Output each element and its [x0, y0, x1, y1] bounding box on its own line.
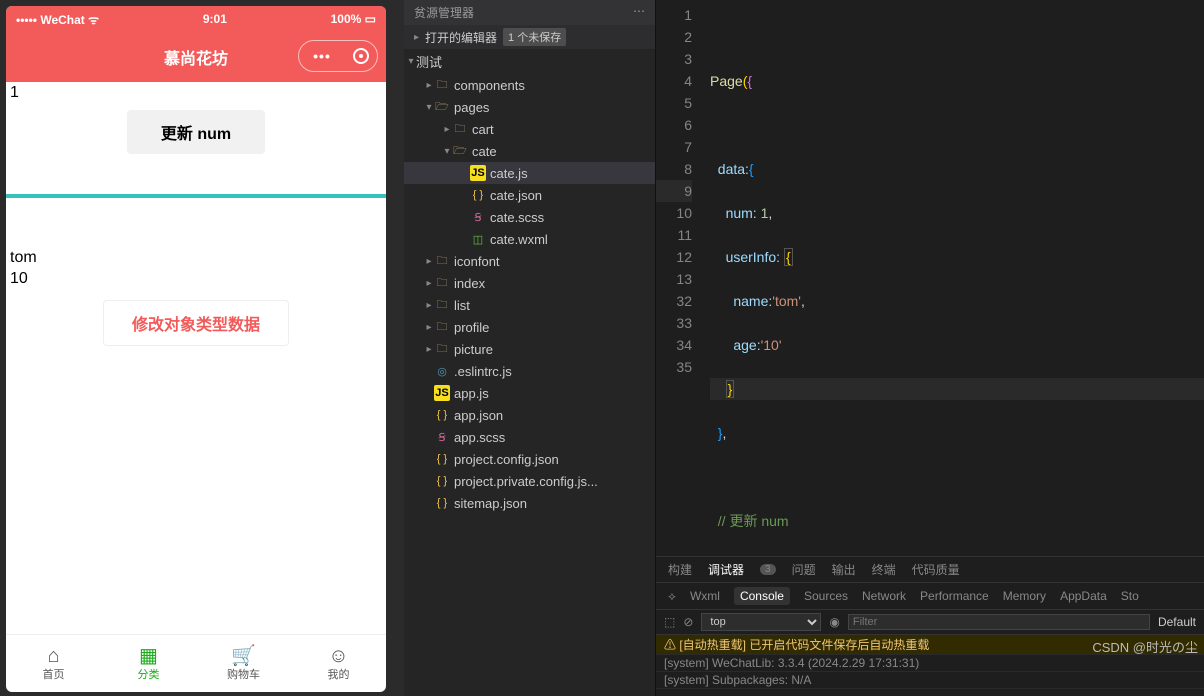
panel-tabs: 构建 调试器 3 问题 输出 终端 代码质量: [656, 557, 1204, 583]
file-app-scss[interactable]: Ꞩapp.scss: [404, 426, 655, 448]
folder-iconfont[interactable]: ▸🗀iconfont: [404, 250, 655, 272]
tab-console[interactable]: Console: [734, 587, 790, 605]
file-app-js[interactable]: JSapp.js: [404, 382, 655, 404]
num-display: 1: [6, 82, 386, 104]
nav-bar: 慕尚花坊: [6, 32, 386, 82]
phone-body: 1 更新 num tom 10 修改对象类型数据: [6, 82, 386, 634]
tab-cart[interactable]: 🛒购物车: [196, 635, 291, 692]
tab-me[interactable]: ☺我的: [291, 635, 386, 692]
console-output[interactable]: [自动热重载] 已开启代码文件保存后自动热重载 [system] WeChatL…: [656, 635, 1204, 696]
update-num-button[interactable]: 更新 num: [127, 110, 265, 154]
user-age: 10: [6, 269, 386, 290]
file-app-json[interactable]: { }app.json: [404, 404, 655, 426]
tab-terminal[interactable]: 终端: [872, 561, 896, 578]
eye-icon[interactable]: ◉: [829, 615, 839, 629]
more-icon[interactable]: ⋯: [633, 4, 645, 21]
clear-icon[interactable]: ⊘: [683, 615, 693, 629]
code-editor[interactable]: 1 2 3 4 5 6 7 8 9 10 11 12 13 32 33 34 3…: [656, 0, 1204, 556]
folder-picture[interactable]: ▸🗀picture: [404, 338, 655, 360]
tab-quality[interactable]: 代码质量: [912, 561, 960, 578]
tab-performance[interactable]: Performance: [920, 589, 989, 603]
folder-index[interactable]: ▸🗀index: [404, 272, 655, 294]
console-tabs: ⟡ Wxml Console Sources Network Performan…: [656, 583, 1204, 610]
tab-build[interactable]: 构建: [668, 561, 692, 578]
debug-badge: 3: [760, 564, 776, 575]
bottom-panel: 构建 调试器 3 问题 输出 终端 代码质量 ⟡ Wxml Console So…: [656, 556, 1204, 696]
folder-components[interactable]: ▸🗀components: [404, 74, 655, 96]
category-icon: ▦: [139, 646, 158, 666]
folder-cart[interactable]: ▸🗀cart: [404, 118, 655, 140]
folder-pages[interactable]: ▾🗁pages: [404, 96, 655, 118]
log-row: [system] Subpackages: N/A: [656, 672, 1204, 689]
page-title: 慕尚花坊: [164, 45, 228, 69]
folder-list[interactable]: ▸🗀list: [404, 294, 655, 316]
clock: 9:01: [203, 12, 227, 26]
file-project-config[interactable]: { }project.config.json: [404, 448, 655, 470]
status-bar: ••••• WeChat ᯤ 9:01 100% ▭: [6, 6, 386, 32]
inspect-icon[interactable]: ⬚: [664, 615, 675, 629]
filter-input[interactable]: [848, 614, 1150, 630]
cart-icon: 🛒: [231, 646, 256, 666]
tab-sources[interactable]: Sources: [804, 589, 848, 603]
open-editors[interactable]: ▸打开的编辑器1 个未保存: [404, 25, 655, 49]
file-cate-wxml[interactable]: ◫cate.wxml: [404, 228, 655, 250]
context-select[interactable]: top: [701, 613, 821, 631]
tab-storage[interactable]: Sto: [1121, 589, 1139, 603]
update-obj-button[interactable]: 修改对象类型数据: [103, 300, 289, 346]
divider: [6, 194, 386, 198]
home-icon: ⌂: [47, 646, 59, 666]
tab-category[interactable]: ▦分类: [101, 635, 196, 692]
menu-icon[interactable]: [307, 48, 337, 64]
console-toolbar: ⬚ ⊘ top ◉ Default: [656, 610, 1204, 635]
log-row: [system] WeChatLib: 3.3.4 (2024.2.29 17:…: [656, 655, 1204, 672]
tab-memory[interactable]: Memory: [1003, 589, 1046, 603]
explorer-title: 贫源管理器⋯: [404, 0, 655, 25]
code-body[interactable]: Page({ data:{ num: 1, userInfo: { name:'…: [702, 0, 1204, 556]
simulator-pane: ••••• WeChat ᯤ 9:01 100% ▭ 慕尚花坊 1 更新 num…: [0, 0, 404, 696]
file-eslint[interactable]: ◎.eslintrc.js: [404, 360, 655, 382]
tabbar: ⌂首页 ▦分类 🛒购物车 ☺我的: [6, 634, 386, 692]
tab-appdata[interactable]: AppData: [1060, 589, 1107, 603]
file-project-private[interactable]: { }project.private.config.js...: [404, 470, 655, 492]
tab-debugger[interactable]: 调试器: [708, 561, 744, 578]
battery: 100% ▭: [331, 12, 376, 26]
tab-wxml[interactable]: Wxml: [690, 589, 720, 603]
file-cate-js[interactable]: JScate.js: [404, 162, 655, 184]
level-select[interactable]: Default: [1158, 615, 1196, 629]
user-name: tom: [6, 248, 386, 269]
file-sitemap[interactable]: { }sitemap.json: [404, 492, 655, 514]
me-icon: ☺: [328, 646, 348, 666]
root-folder[interactable]: ▾测试: [404, 49, 655, 74]
file-cate-scss[interactable]: Ꞩcate.scss: [404, 206, 655, 228]
file-explorer: 贫源管理器⋯ ▸打开的编辑器1 个未保存 ▾测试 ▸🗀components ▾🗁…: [404, 0, 656, 696]
editor-column: 1 2 3 4 5 6 7 8 9 10 11 12 13 32 33 34 3…: [656, 0, 1204, 696]
tab-output[interactable]: 输出: [832, 561, 856, 578]
folder-cate[interactable]: ▾🗁cate: [404, 140, 655, 162]
carrier: ••••• WeChat ᯤ: [16, 11, 99, 28]
capsule[interactable]: [298, 40, 378, 72]
file-cate-json[interactable]: { }cate.json: [404, 184, 655, 206]
gutter: 1 2 3 4 5 6 7 8 9 10 11 12 13 32 33 34 3…: [656, 0, 702, 556]
tab-home[interactable]: ⌂首页: [6, 635, 101, 692]
tab-network[interactable]: Network: [862, 589, 906, 603]
folder-profile[interactable]: ▸🗀profile: [404, 316, 655, 338]
close-icon[interactable]: [353, 48, 369, 64]
log-row: [自动热重载] 已开启代码文件保存后自动热重载: [656, 635, 1204, 655]
unsaved-badge: 1 个未保存: [503, 28, 566, 46]
phone-device: ••••• WeChat ᯤ 9:01 100% ▭ 慕尚花坊 1 更新 num…: [6, 6, 386, 692]
tab-problems[interactable]: 问题: [792, 561, 816, 578]
devtools-icon[interactable]: ⟡: [668, 589, 676, 604]
